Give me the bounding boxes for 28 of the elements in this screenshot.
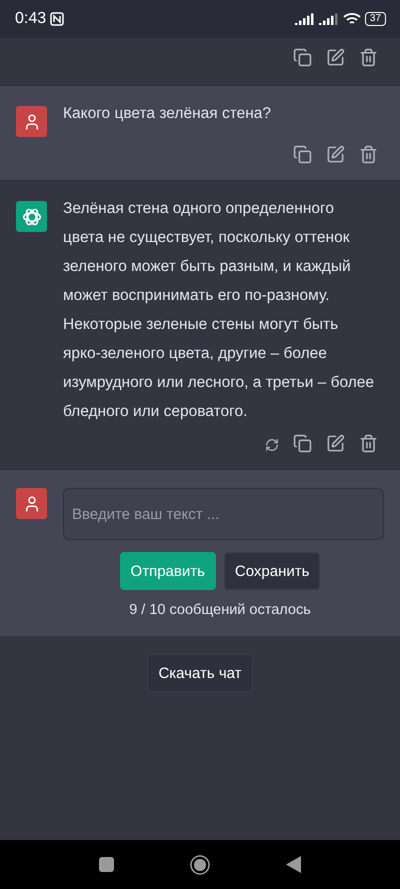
wifi-icon <box>342 12 361 26</box>
clock: 0:43 <box>15 10 46 28</box>
regenerate-icon[interactable] <box>265 438 279 452</box>
signal-icon <box>294 13 315 25</box>
user-avatar <box>16 106 47 137</box>
back-icon[interactable] <box>286 856 301 873</box>
recents-icon[interactable] <box>99 857 114 872</box>
remaining-count: 9 / 10 сообщений осталось <box>129 602 311 618</box>
message-input[interactable]: Введите ваш текст ... <box>63 488 384 540</box>
copy-icon[interactable] <box>293 434 312 453</box>
assistant-logo-icon <box>16 201 47 232</box>
delete-icon[interactable] <box>359 48 378 67</box>
edit-icon[interactable] <box>326 145 345 164</box>
nfc-icon <box>50 12 64 26</box>
delete-icon[interactable] <box>359 145 378 164</box>
battery-indicator: 37 <box>364 12 386 26</box>
delete-icon[interactable] <box>359 434 378 453</box>
copy-icon[interactable] <box>293 48 312 67</box>
message-text: Какого цвета зелёная стена? <box>63 104 272 124</box>
edit-icon[interactable] <box>326 434 345 453</box>
download-chat-button[interactable]: Скачать чат <box>147 654 253 692</box>
signal-icon <box>318 13 339 25</box>
user-avatar <box>16 488 47 519</box>
edit-icon[interactable] <box>326 48 345 67</box>
save-button[interactable]: Сохранить <box>224 552 320 590</box>
home-icon[interactable] <box>190 854 210 874</box>
message-text: Зелёная стена одного определенного цвета не существует, поскольку оттенок зеленого может быть разным, и каждый может воспринимать его по-разному. Некоторые зеленые стены могут быть ярко-зеленого цвета, другие – более изумрудного или лесного, а третьи – более бледного или сероватого. <box>63 199 376 422</box>
copy-icon[interactable] <box>293 145 312 164</box>
